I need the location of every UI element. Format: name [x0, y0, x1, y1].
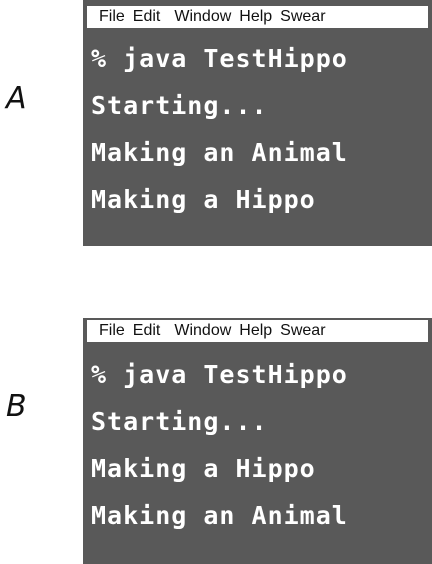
terminal-line: Making a Hippo [91, 185, 316, 214]
menu-window[interactable]: Window [174, 8, 231, 26]
terminal-line: Making an Animal [91, 138, 348, 167]
menu-swear[interactable]: Swear [280, 322, 325, 340]
terminal-line: % java TestHippo [91, 360, 348, 389]
terminal-output: % java TestHippo Starting... Making a Hi… [91, 360, 432, 548]
menu-swear[interactable]: Swear [280, 8, 325, 26]
panel-b-label: B [6, 389, 27, 424]
menu-edit[interactable]: Edit [133, 8, 161, 26]
terminal-line: Starting... [91, 91, 268, 120]
menu-edit[interactable]: Edit [133, 322, 161, 340]
menu-bar: File Edit Window Help Swear [87, 6, 428, 28]
menu-bar: File Edit Window Help Swear [87, 320, 428, 342]
terminal-line: Making a Hippo [91, 454, 316, 483]
menu-help[interactable]: Help [239, 322, 272, 340]
menu-file[interactable]: File [99, 8, 125, 26]
terminal-line: Making an Animal [91, 501, 348, 530]
menu-file[interactable]: File [99, 322, 125, 340]
terminal-line: % java TestHippo [91, 44, 348, 73]
terminal-line: Starting... [91, 407, 268, 436]
menu-help[interactable]: Help [239, 8, 272, 26]
panel-a-label: A [6, 81, 27, 116]
menu-window[interactable]: Window [174, 322, 231, 340]
terminal-output: % java TestHippo Starting... Making an A… [91, 44, 432, 232]
terminal-window-b: File Edit Window Help Swear % java TestH… [83, 318, 432, 564]
terminal-window-a: File Edit Window Help Swear % java TestH… [83, 0, 432, 246]
